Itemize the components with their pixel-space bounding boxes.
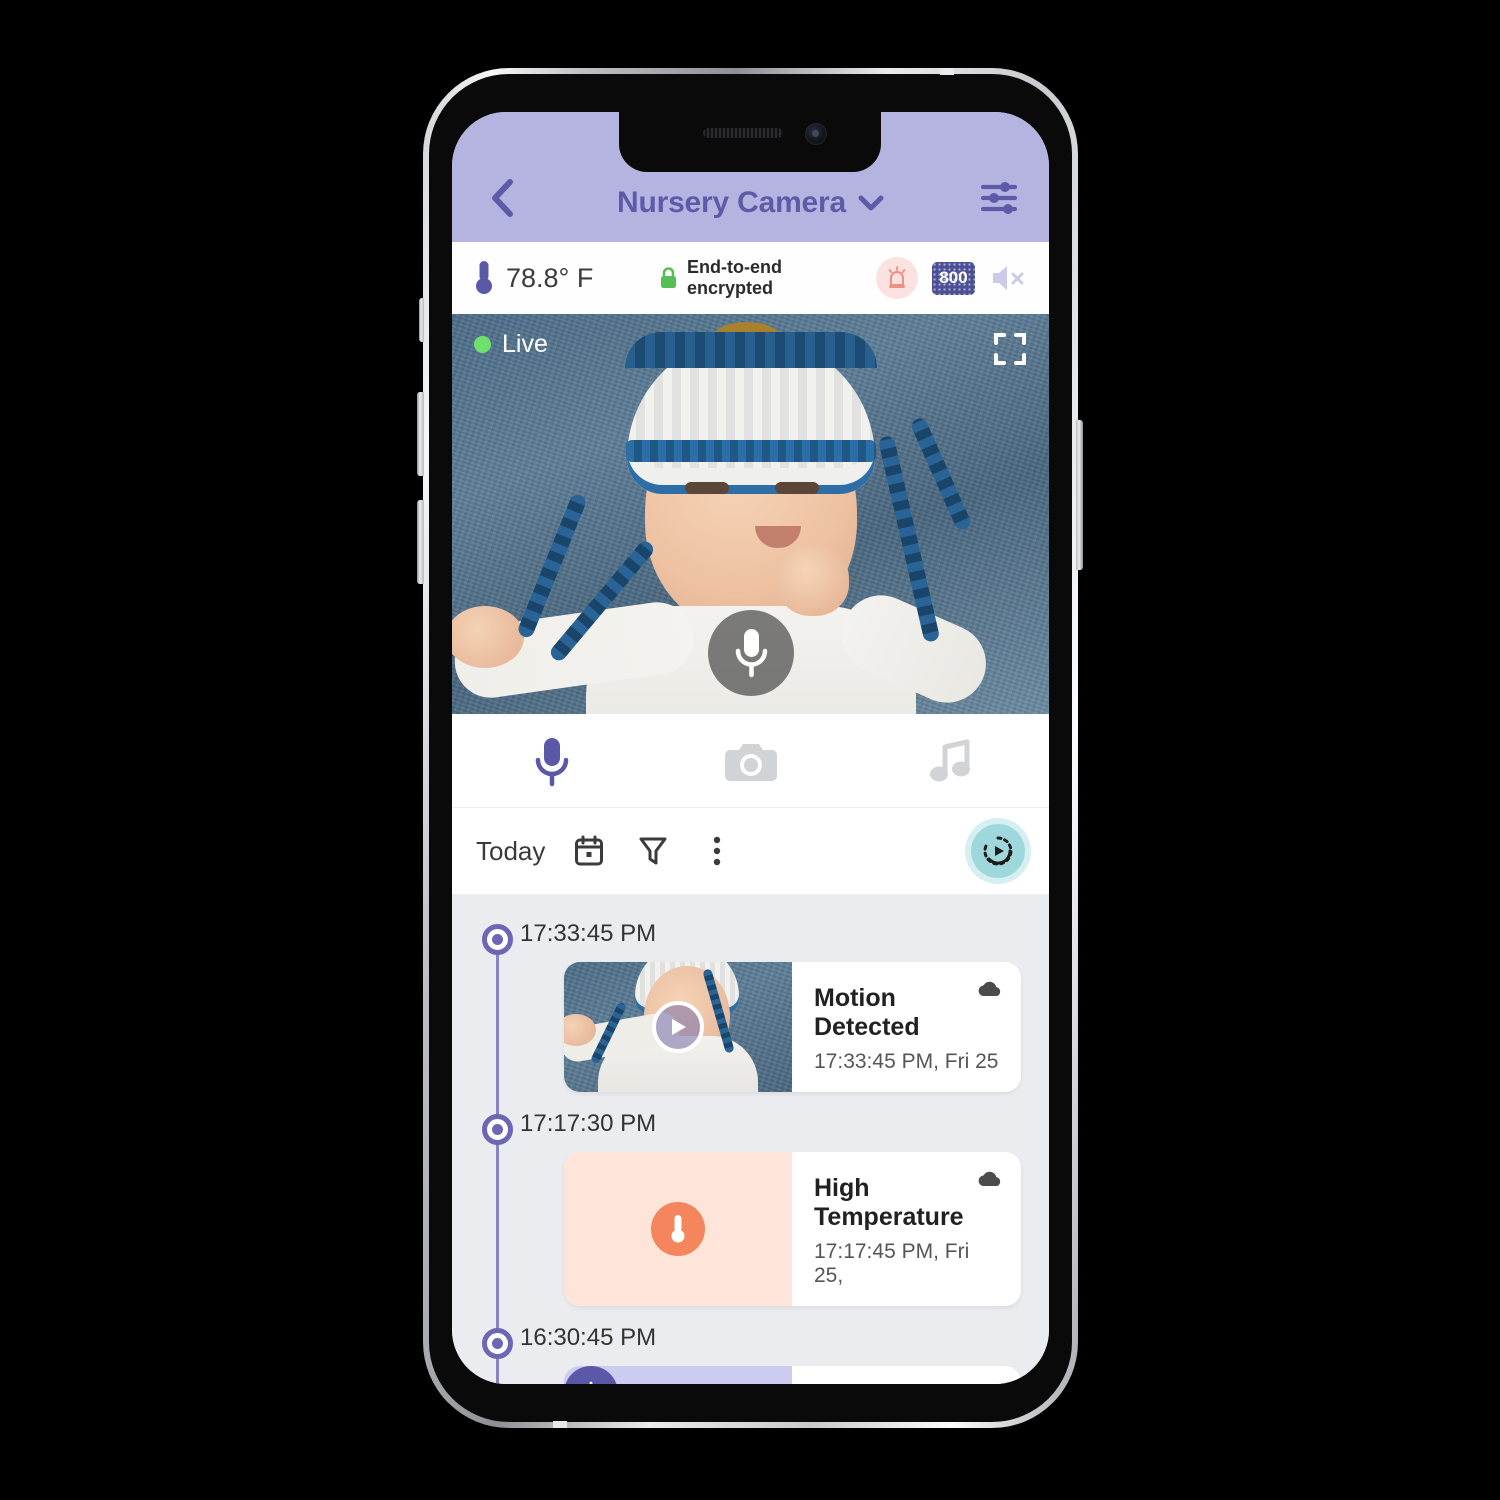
talk-button[interactable] xyxy=(452,735,651,787)
baby-eye-right xyxy=(774,482,819,494)
play-button[interactable] xyxy=(652,1001,704,1053)
earpiece-speaker xyxy=(703,128,783,138)
volume-up-button[interactable] xyxy=(417,392,424,476)
event-title: Motion Detected xyxy=(814,984,920,1041)
phone-screen: Nursery Camera 78.8° F End-to-end encryp… xyxy=(452,112,1049,1384)
alarm-button[interactable] xyxy=(876,257,918,299)
event-thumbnail[interactable] xyxy=(564,1152,792,1306)
temperature-value: 78.8° F xyxy=(506,262,594,293)
cloud-sync-icon xyxy=(977,1170,1003,1193)
event-time: 17:17:30 PM xyxy=(520,1110,657,1137)
more-vertical-icon xyxy=(714,836,721,866)
fullscreen-icon xyxy=(994,333,1026,365)
baby-hand-right xyxy=(776,546,849,616)
front-camera xyxy=(805,123,827,145)
header-title-group[interactable]: Nursery Camera xyxy=(524,186,977,220)
event-card[interactable]: Sound Detected 17:17:45 PM, Fri 25, xyxy=(564,1366,1021,1384)
encryption-line-1: End-to-end xyxy=(687,256,782,277)
funnel-icon xyxy=(639,837,667,865)
timeline-marker xyxy=(482,924,513,955)
chevron-down-icon xyxy=(858,195,884,211)
live-indicator: Live xyxy=(474,330,548,359)
hat-rim xyxy=(624,332,877,368)
lullaby-button[interactable] xyxy=(850,738,1049,784)
timeline-event[interactable]: 17:17:30 PM High Temperature 17:17:45 PM… xyxy=(452,1110,1049,1306)
baby-eye-left xyxy=(684,482,729,494)
event-time: 16:30:45 PM xyxy=(520,1324,657,1351)
filter-bar: Today xyxy=(452,808,1049,894)
event-thumbnail[interactable] xyxy=(564,962,792,1092)
antenna-band xyxy=(940,68,954,75)
live-status-dot xyxy=(474,336,491,353)
live-video-view[interactable]: Live xyxy=(452,314,1049,714)
antenna-band xyxy=(553,1421,567,1428)
timeline-event[interactable]: 17:33:45 PM Motion Detected 17:33:45 PM,… xyxy=(452,920,1049,1092)
settings-button[interactable] xyxy=(977,176,1021,220)
volume-down-button[interactable] xyxy=(417,500,424,584)
fullscreen-button[interactable] xyxy=(993,332,1027,371)
action-bar xyxy=(452,714,1049,808)
event-title: High Temperature xyxy=(814,1174,964,1231)
back-button[interactable] xyxy=(480,176,524,220)
quality-label: 800 xyxy=(939,268,968,287)
speaker-muted-icon xyxy=(993,266,1024,290)
calendar-icon xyxy=(575,835,604,866)
cloud-sync-icon xyxy=(977,980,1003,1003)
cloud-icon xyxy=(978,1171,1001,1186)
event-type-badge xyxy=(564,1366,618,1384)
encryption-label: End-to-end encrypted xyxy=(687,257,782,299)
event-info: High Temperature 17:17:45 PM, Fri 25, xyxy=(792,1152,1021,1306)
filter-button[interactable] xyxy=(633,831,673,871)
encryption-status: End-to-end encrypted xyxy=(659,257,876,299)
calendar-button[interactable] xyxy=(569,831,609,871)
siren-icon xyxy=(888,266,906,288)
replay-play-icon xyxy=(983,836,1013,866)
live-label: Live xyxy=(502,330,548,358)
power-button[interactable] xyxy=(1076,420,1083,570)
video-quality-badge[interactable]: 800 xyxy=(932,261,975,295)
play-icon xyxy=(672,1019,686,1035)
more-options-button[interactable] xyxy=(697,831,737,871)
timeline-marker xyxy=(482,1328,513,1359)
event-timestamp: 17:17:45 PM, Fri 25, xyxy=(814,1240,970,1287)
page-title: Nursery Camera xyxy=(617,186,846,219)
snapshot-button[interactable] xyxy=(651,739,850,783)
camera-icon xyxy=(724,743,777,781)
event-info: Motion Detected 17:33:45 PM, Fri 25 xyxy=(792,962,1021,1092)
thermometer-icon xyxy=(671,1215,685,1243)
event-card[interactable]: High Temperature 17:17:45 PM, Fri 25, xyxy=(564,1152,1021,1306)
thermometer-icon xyxy=(476,261,492,294)
cloud-icon xyxy=(978,981,1001,996)
event-type-badge xyxy=(651,1202,705,1256)
status-strip: 78.8° F End-to-end encrypted 800 xyxy=(452,242,1049,314)
mute-button[interactable] xyxy=(989,262,1027,294)
timeline-marker xyxy=(482,1114,513,1145)
event-info: Sound Detected 17:17:45 PM, Fri 25, xyxy=(792,1366,1021,1384)
sliders-icon xyxy=(980,182,1018,214)
event-timeline[interactable]: 17:33:45 PM Motion Detected 17:33:45 PM,… xyxy=(452,894,1049,1384)
status-icon-group: 800 xyxy=(876,257,1027,299)
date-label[interactable]: Today xyxy=(476,836,545,867)
encryption-line-2: encrypted xyxy=(687,278,774,298)
playback-button[interactable] xyxy=(971,824,1025,878)
event-timestamp: 17:33:45 PM, Fri 25 xyxy=(814,1050,999,1073)
temperature-readout: 78.8° F xyxy=(474,259,659,297)
waveform-icon xyxy=(589,1381,593,1384)
chevron-left-icon xyxy=(492,179,513,217)
event-thumbnail[interactable] xyxy=(564,1366,792,1384)
hat-band xyxy=(625,440,876,462)
push-to-talk-button[interactable] xyxy=(707,610,794,696)
lock-icon xyxy=(661,267,676,288)
event-time: 17:33:45 PM xyxy=(520,920,657,947)
event-card[interactable]: Motion Detected 17:33:45 PM, Fri 25 xyxy=(564,962,1021,1092)
silent-switch[interactable] xyxy=(419,298,424,342)
timeline-event[interactable]: 16:30:45 PM xyxy=(452,1324,1049,1384)
microphone-icon xyxy=(535,737,568,786)
phone-notch xyxy=(619,112,881,172)
music-note-icon xyxy=(929,739,970,781)
microphone-icon xyxy=(735,629,767,678)
